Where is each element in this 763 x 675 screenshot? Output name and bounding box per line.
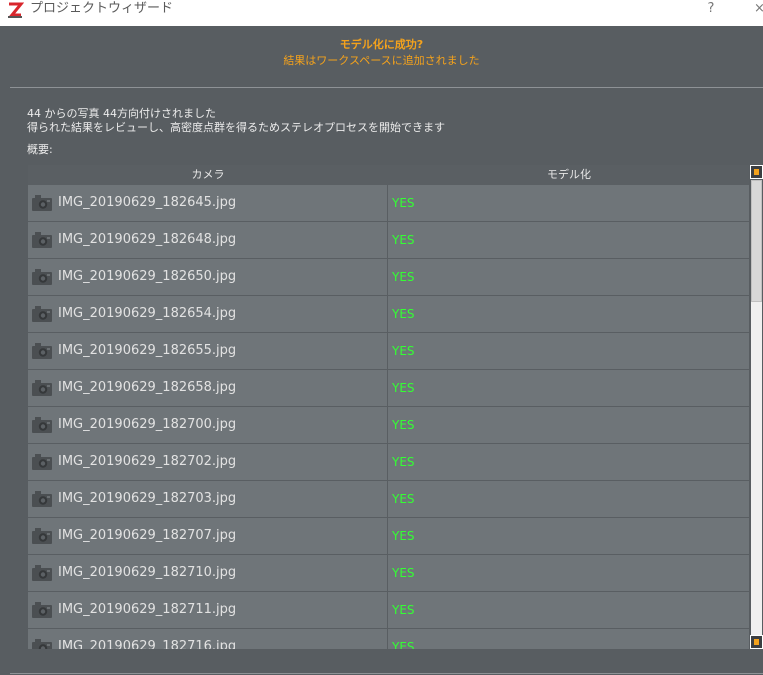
camera-filename: IMG_20190629_182650.jpg	[58, 269, 237, 284]
bottom-divider	[10, 673, 763, 674]
vertical-scrollbar[interactable]	[750, 165, 763, 649]
table-row[interactable]: IMG_20190629_182655.jpg YES	[28, 333, 749, 370]
model-cell: YES	[389, 185, 749, 221]
camera-filename: IMG_20190629_182658.jpg	[58, 380, 237, 395]
camera-filename: IMG_20190629_182655.jpg	[58, 343, 237, 358]
results-table: カメラ モデル化 IMG_20190629_182645.jpg YES IMG_2…	[28, 165, 749, 649]
camera-cell: IMG_20190629_182658.jpg	[28, 370, 388, 406]
camera-icon	[32, 565, 52, 581]
camera-cell: IMG_20190629_182702.jpg	[28, 444, 388, 480]
model-cell: YES	[389, 444, 749, 480]
camera-cell: IMG_20190629_182654.jpg	[28, 296, 388, 332]
model-status: YES	[392, 270, 415, 284]
table-row[interactable]: IMG_20190629_182648.jpg YES	[28, 222, 749, 259]
header-subtitle: 結果はワークスペースに追加されました	[283, 54, 480, 67]
camera-icon	[32, 195, 52, 211]
model-status: YES	[392, 196, 415, 210]
camera-cell: IMG_20190629_182700.jpg	[28, 407, 388, 443]
model-cell: YES	[389, 407, 749, 443]
camera-cell: IMG_20190629_182655.jpg	[28, 333, 388, 369]
camera-icon	[32, 639, 52, 649]
table-row[interactable]: IMG_20190629_182703.jpg YES	[28, 481, 749, 518]
scroll-thumb[interactable]	[751, 180, 762, 302]
table-row[interactable]: IMG_20190629_182710.jpg YES	[28, 555, 749, 592]
model-status: YES	[392, 233, 415, 247]
table-header: カメラ モデル化	[28, 165, 749, 185]
camera-cell: IMG_20190629_182645.jpg	[28, 185, 388, 221]
column-header-model[interactable]: モデル化	[389, 165, 749, 185]
header-title: モデル化に成功?	[339, 38, 424, 51]
camera-cell: IMG_20190629_182711.jpg	[28, 592, 388, 628]
model-status: YES	[392, 603, 415, 617]
model-cell: YES	[389, 222, 749, 258]
camera-cell: IMG_20190629_182707.jpg	[28, 518, 388, 554]
camera-icon	[32, 454, 52, 470]
model-cell: YES	[389, 518, 749, 554]
camera-icon	[32, 306, 52, 322]
camera-icon	[32, 232, 52, 248]
camera-cell: IMG_20190629_182716.jpg	[28, 629, 388, 649]
model-status: YES	[392, 344, 415, 358]
scroll-up-button[interactable]	[750, 165, 763, 179]
model-cell: YES	[389, 592, 749, 628]
camera-filename: IMG_20190629_182645.jpg	[58, 195, 237, 210]
camera-filename: IMG_20190629_182648.jpg	[58, 232, 237, 247]
camera-filename: IMG_20190629_182702.jpg	[58, 454, 237, 469]
model-status: YES	[392, 529, 415, 543]
camera-cell: IMG_20190629_182650.jpg	[28, 259, 388, 295]
camera-icon	[32, 491, 52, 507]
camera-filename: IMG_20190629_182707.jpg	[58, 528, 237, 543]
model-cell: YES	[389, 370, 749, 406]
help-button[interactable]: ?	[704, 0, 718, 18]
table-row[interactable]: IMG_20190629_182711.jpg YES	[28, 592, 749, 629]
camera-filename: IMG_20190629_182703.jpg	[58, 491, 237, 506]
camera-cell: IMG_20190629_182703.jpg	[28, 481, 388, 517]
oriented-count-text: 44 からの写真 44方向付けされました	[27, 107, 216, 120]
camera-icon	[32, 380, 52, 396]
next-step-text: 得られた結果をレビューし、高密度点群を得るためステレオプロセスを開始できます	[27, 121, 445, 134]
model-status: YES	[392, 307, 415, 321]
close-button[interactable]: ×	[754, 0, 763, 18]
table-row[interactable]: IMG_20190629_182654.jpg YES	[28, 296, 749, 333]
table-row[interactable]: IMG_20190629_182702.jpg YES	[28, 444, 749, 481]
summary-label: 概要:	[27, 143, 53, 156]
camera-icon	[32, 417, 52, 433]
model-status: YES	[392, 566, 415, 580]
camera-filename: IMG_20190629_182700.jpg	[58, 417, 237, 432]
model-cell: YES	[389, 481, 749, 517]
table-row[interactable]: IMG_20190629_182707.jpg YES	[28, 518, 749, 555]
table-row[interactable]: IMG_20190629_182645.jpg YES	[28, 185, 749, 222]
scroll-down-button[interactable]	[750, 635, 763, 649]
table-row[interactable]: IMG_20190629_182658.jpg YES	[28, 370, 749, 407]
camera-cell: IMG_20190629_182710.jpg	[28, 555, 388, 591]
model-cell: YES	[389, 259, 749, 295]
camera-icon	[32, 602, 52, 618]
camera-filename: IMG_20190629_182716.jpg	[58, 639, 237, 649]
model-status: YES	[392, 455, 415, 469]
window-title: プロジェクトウィザード	[30, 1, 174, 16]
model-cell: YES	[389, 296, 749, 332]
camera-filename: IMG_20190629_182711.jpg	[58, 602, 237, 617]
header-divider	[10, 87, 763, 88]
table-row[interactable]: IMG_20190629_182716.jpg YES	[28, 629, 749, 649]
camera-cell: IMG_20190629_182648.jpg	[28, 222, 388, 258]
model-cell: YES	[389, 333, 749, 369]
scroll-track[interactable]	[751, 180, 762, 635]
table-row[interactable]: IMG_20190629_182650.jpg YES	[28, 259, 749, 296]
model-status: YES	[392, 381, 415, 395]
title-bar: プロジェクトウィザード ? ×	[0, 0, 763, 26]
camera-icon	[32, 269, 52, 285]
column-header-camera[interactable]: カメラ	[28, 165, 388, 185]
model-status: YES	[392, 492, 415, 506]
camera-filename: IMG_20190629_182654.jpg	[58, 306, 237, 321]
camera-icon	[32, 343, 52, 359]
model-cell: YES	[389, 629, 749, 649]
zephyr-z-logo-icon	[6, 1, 24, 19]
table-row[interactable]: IMG_20190629_182700.jpg YES	[28, 407, 749, 444]
camera-filename: IMG_20190629_182710.jpg	[58, 565, 237, 580]
model-status: YES	[392, 640, 415, 649]
camera-icon	[32, 528, 52, 544]
model-cell: YES	[389, 555, 749, 591]
model-status: YES	[392, 418, 415, 432]
